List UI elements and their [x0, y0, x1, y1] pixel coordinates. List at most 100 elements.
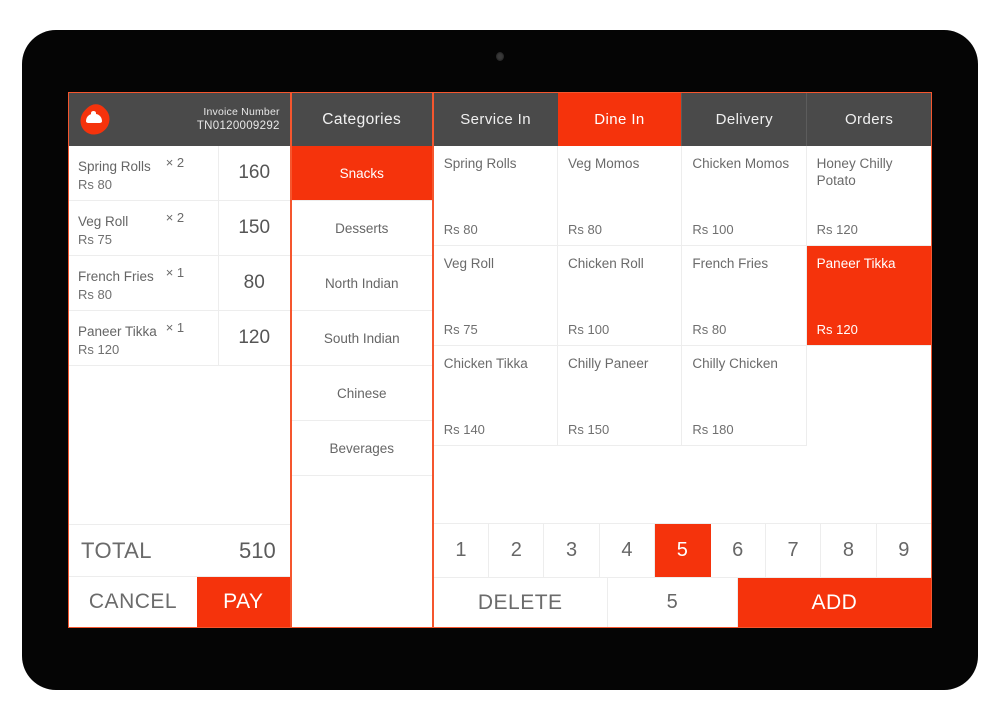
- order-items-list: Spring Rolls Rs 80 × 2 160 Veg Roll Rs 75 × 2 1…: [69, 146, 290, 445]
- invoice-number-label: Invoice Number: [203, 105, 280, 118]
- menu-cell-empty: [806, 346, 931, 446]
- menu-item-name: Chilly Chicken: [692, 356, 778, 371]
- order-item-rate: Rs 120: [78, 342, 120, 358]
- tab-orders[interactable]: Orders: [806, 93, 931, 146]
- order-item-rate: Rs 80: [78, 287, 112, 303]
- main-row: Invoice Number TN0120009292 Spring Rolls…: [69, 93, 931, 627]
- menu-grid: Spring Rolls Rs 80 Veg Momos Rs 80 Chicken M…: [433, 146, 931, 465]
- order-item-name: Veg Roll: [78, 214, 129, 230]
- restaurant-logo-icon: [74, 98, 116, 141]
- menu-item-cell[interactable]: French Fries Rs 80: [682, 246, 807, 346]
- menu-item-cell[interactable]: Veg Momos Rs 80: [558, 146, 683, 246]
- order-item-row[interactable]: Paneer Tikka Rs 120 × 1 120: [69, 311, 290, 366]
- numpad-row: 123456789: [433, 523, 931, 577]
- category-item-north-indian[interactable]: North Indian: [291, 256, 432, 311]
- menu-grid-empty-space: [433, 465, 931, 523]
- service-tabs: Service In Dine In Delivery Orders: [433, 93, 931, 146]
- numpad-key-9[interactable]: 9: [876, 524, 931, 577]
- numpad-key-4[interactable]: 4: [599, 524, 656, 577]
- menu-item-price: Rs 120: [816, 322, 858, 337]
- menu-item-name: Chicken Roll: [568, 256, 644, 271]
- menu-item-price: Rs 80: [692, 322, 727, 337]
- order-actions: CANCEL PAY: [69, 577, 290, 627]
- menu-item-cell[interactable]: Chicken Tikka Rs 140: [433, 346, 559, 446]
- menu-item-price: Rs 100: [568, 322, 610, 337]
- menu-item-price: Rs 120: [816, 222, 858, 237]
- categories-panel: Categories Snacks Desserts North Indian Sou…: [291, 93, 434, 627]
- category-item-south-indian[interactable]: South Indian: [291, 311, 432, 366]
- menu-item-cell[interactable]: Veg Roll Rs 75: [433, 246, 559, 346]
- order-item-quantity: × 2: [165, 210, 185, 225]
- tab-service-in[interactable]: Service In: [433, 93, 558, 146]
- order-item-quantity: × 2: [165, 155, 185, 170]
- pos-screen: Invoice Number TN0120009292 Spring Rolls…: [68, 92, 932, 628]
- menu-item-cell[interactable]: Chicken Roll Rs 100: [558, 246, 683, 346]
- order-item-quantity: × 1: [165, 265, 185, 280]
- numpad-key-5[interactable]: 5: [655, 524, 711, 577]
- order-item-name: Spring Rolls: [78, 159, 151, 175]
- delete-button[interactable]: DELETE: [433, 578, 608, 627]
- numpad-key-1[interactable]: 1: [433, 524, 490, 577]
- menu-item-price: Rs 140: [443, 422, 485, 437]
- category-item-desserts[interactable]: Desserts: [291, 201, 432, 256]
- order-item-row[interactable]: French Fries Rs 80 × 1 80: [69, 256, 290, 311]
- invoice-header: Invoice Number TN0120009292: [69, 93, 290, 146]
- add-button[interactable]: ADD: [737, 578, 931, 627]
- menu-item-name: Chilly Paneer: [568, 356, 649, 371]
- invoice-number-value: TN0120009292: [196, 119, 280, 132]
- categories-list: Snacks Desserts North Indian South Indian Ch…: [291, 146, 432, 476]
- menu-item-cell[interactable]: Chilly Paneer Rs 150: [558, 346, 683, 446]
- total-row: TOTAL 510: [69, 525, 290, 577]
- numpad-key-6[interactable]: 6: [710, 524, 766, 577]
- numpad-key-2[interactable]: 2: [489, 524, 545, 577]
- tab-dine-in[interactable]: Dine In: [557, 93, 682, 146]
- order-item-rate: Rs 80: [78, 177, 112, 193]
- order-item-info: Paneer Tikka Rs 120: [69, 311, 166, 365]
- category-item-chinese[interactable]: Chinese: [291, 366, 432, 421]
- menu-item-name: Chicken Tikka: [443, 356, 528, 371]
- menu-item-name: French Fries: [692, 256, 769, 271]
- order-item-rate: Rs 75: [78, 232, 112, 248]
- keypad-actions: DELETE 5 ADD: [433, 577, 931, 627]
- menu-item-cell[interactable]: Spring Rolls Rs 80: [433, 146, 559, 246]
- order-item-row[interactable]: Spring Rolls Rs 80 × 2 160: [69, 146, 290, 201]
- invoice-meta: Invoice Number TN0120009292: [197, 105, 280, 135]
- category-item-snacks[interactable]: Snacks: [291, 146, 432, 201]
- order-item-row[interactable]: Veg Roll Rs 75 × 2 150: [69, 201, 290, 256]
- menu-item-price: Rs 80: [568, 222, 602, 237]
- numpad-key-7[interactable]: 7: [765, 524, 822, 577]
- menu-item-price: Rs 100: [692, 222, 734, 237]
- tablet-device: Invoice Number TN0120009292 Spring Rolls…: [22, 30, 978, 690]
- menu-item-name: Chicken Momos: [692, 156, 790, 171]
- cancel-button[interactable]: CANCEL: [69, 577, 197, 627]
- menu-item-name: Veg Momos: [568, 156, 640, 171]
- order-item-info: Spring Rolls Rs 80: [69, 146, 166, 200]
- order-item-name: French Fries: [78, 269, 154, 285]
- categories-empty-space: [291, 476, 432, 627]
- menu-item-name: Veg Roll: [443, 256, 495, 271]
- order-item-quantity: × 1: [165, 320, 185, 335]
- menu-item-cell[interactable]: Chicken Momos Rs 100: [682, 146, 807, 246]
- order-item-amount: 160: [217, 146, 290, 200]
- menu-item-cell[interactable]: Chilly Chicken Rs 180: [682, 346, 807, 446]
- menu-item-price: Rs 150: [568, 422, 610, 437]
- order-item-info: Veg Roll Rs 75: [69, 201, 166, 255]
- total-label: TOTAL: [81, 537, 152, 563]
- menu-item-price: Rs 80: [443, 222, 478, 237]
- category-item-beverages[interactable]: Beverages: [291, 421, 432, 476]
- menu-item-name: Paneer Tikka: [816, 256, 896, 271]
- menu-item-price: Rs 180: [692, 422, 734, 437]
- menu-item-cell[interactable]: Honey Chilly Potato Rs 120: [806, 146, 931, 246]
- order-item-name: Paneer Tikka: [78, 324, 157, 340]
- menu-item-cell[interactable]: Paneer Tikka Rs 120: [806, 246, 931, 346]
- total-value: 510: [239, 537, 276, 563]
- quantity-display: 5: [607, 578, 738, 627]
- numpad-key-8[interactable]: 8: [821, 524, 877, 577]
- pay-button[interactable]: PAY: [197, 577, 290, 627]
- menu-item-name: Spring Rolls: [443, 156, 517, 171]
- order-list-empty-space: [69, 445, 290, 525]
- menu-panel: Service In Dine In Delivery Orders Spring R…: [433, 93, 931, 627]
- numpad-key-3[interactable]: 3: [544, 524, 600, 577]
- tab-delivery[interactable]: Delivery: [681, 93, 807, 146]
- menu-item-price: Rs 75: [443, 322, 478, 337]
